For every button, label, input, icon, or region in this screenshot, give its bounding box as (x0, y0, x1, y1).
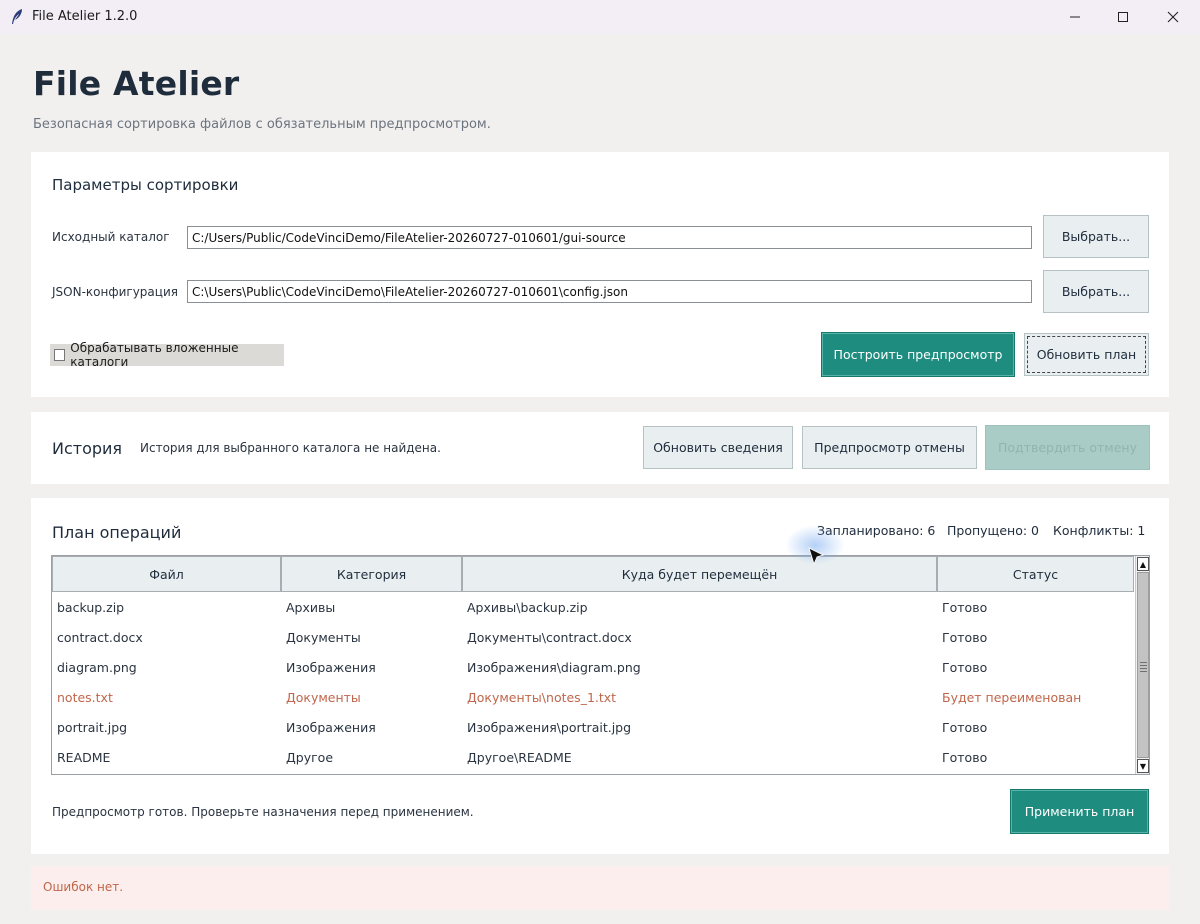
cell-category: Архивы (286, 599, 336, 615)
checkbox-box[interactable] (54, 349, 66, 361)
cell-file: diagram.png (57, 659, 137, 675)
vertical-scrollbar[interactable]: ▲ ▼ (1135, 556, 1149, 774)
cell-status: Готово (942, 599, 988, 615)
table-row[interactable]: contract.docx Документы Документы\contract… (52, 622, 1134, 652)
title-bar: File Atelier 1.2.0 (0, 0, 1200, 34)
app-subtitle: Безопасная сортировка файлов с обязатель… (33, 117, 491, 132)
browse-source-button[interactable]: Выбрать... (1043, 215, 1149, 258)
cell-destination: Документы\contract.docx (467, 629, 632, 645)
config-input[interactable] (187, 280, 1032, 303)
cell-status: Готово (942, 659, 988, 675)
cell-category: Другое (286, 749, 334, 765)
column-header-file[interactable]: Файл (52, 556, 281, 592)
sort-params-title: Параметры сортировки (52, 176, 239, 194)
refresh-plan-button[interactable]: Обновить план (1024, 333, 1149, 376)
cell-destination: Другое\README (467, 749, 572, 765)
table-row[interactable]: portrait.jpg Изображения Изображения\portr… (52, 712, 1134, 742)
source-dir-label: Исходный каталог (52, 230, 170, 244)
scroll-up-arrow-icon[interactable]: ▲ (1137, 557, 1149, 571)
cell-category: Документы (286, 629, 361, 645)
cell-status: Готово (942, 629, 988, 645)
confirm-undo-button[interactable]: Подтвердить отмену (985, 425, 1150, 470)
cell-status: Готово (942, 719, 988, 735)
cell-category: Изображения (286, 659, 376, 675)
cell-destination: Изображения\portrait.jpg (467, 719, 632, 735)
cell-destination: Документы\notes_1.txt (467, 689, 617, 705)
column-header-category[interactable]: Категория (281, 556, 462, 592)
table-row[interactable]: diagram.png Изображения Изображения\diagra… (52, 652, 1134, 682)
plan-title: План операций (52, 523, 182, 542)
scroll-down-arrow-icon[interactable]: ▼ (1137, 759, 1149, 773)
feather-icon (12, 9, 22, 24)
conflicts-count: Конфликты: 1 (1053, 523, 1146, 538)
cell-file: contract.docx (57, 629, 143, 645)
minimize-icon (1070, 16, 1080, 18)
history-title: История (52, 439, 123, 458)
minimize-button[interactable] (1052, 0, 1098, 34)
cell-file: README (57, 749, 111, 765)
close-icon (1167, 11, 1179, 23)
skipped-count: Пропущено: 0 (947, 523, 1039, 538)
app-heading: File Atelier (33, 64, 240, 103)
cell-file: portrait.jpg (57, 719, 128, 735)
refresh-info-button[interactable]: Обновить сведения (643, 426, 793, 469)
cell-status: Будет переименован (942, 689, 1082, 705)
table-header: Файл Категория Куда будет перемещён Стат… (52, 556, 1134, 592)
cell-category: Документы (286, 689, 361, 705)
plan-table[interactable]: Файл Категория Куда будет перемещён Стат… (51, 555, 1150, 775)
browse-config-button[interactable]: Выбрать... (1043, 270, 1149, 313)
mouse-cursor-icon (808, 547, 825, 566)
column-header-destination[interactable]: Куда будет перемещён (462, 556, 937, 592)
apply-plan-button[interactable]: Применить план (1010, 789, 1149, 834)
scroll-thumb[interactable] (1137, 572, 1149, 758)
table-row[interactable]: backup.zip Архивы Архивы\backup.zip Готово (52, 592, 1134, 622)
undo-preview-button[interactable]: Предпросмотр отмены (802, 426, 977, 469)
error-message: Ошибок нет. (43, 880, 124, 894)
recursive-checkbox-label: Обрабатывать вложенные каталоги (70, 341, 239, 369)
history-message: История для выбранного каталога не найде… (140, 441, 441, 455)
cell-destination: Изображения\diagram.png (467, 659, 641, 675)
error-panel: Ошибок нет. (31, 866, 1169, 910)
maximize-button[interactable] (1100, 0, 1146, 34)
build-preview-button[interactable]: Построить предпросмотр (821, 332, 1015, 377)
table-row[interactable]: README Другое Другое\README Готово (52, 742, 1134, 772)
cell-file: notes.txt (57, 689, 113, 705)
history-card: История История для выбранного каталога … (31, 412, 1169, 484)
config-label: JSON-конфигурация (52, 285, 178, 299)
source-dir-input[interactable] (187, 226, 1032, 249)
cell-category: Изображения (286, 719, 376, 735)
table-body: backup.zip Архивы Архивы\backup.zip Готово c… (52, 592, 1134, 772)
table-row[interactable]: notes.txt Документы Документы\notes_1.txt Б… (52, 682, 1134, 712)
cell-status: Готово (942, 749, 988, 765)
preview-status-text: Предпросмотр готов. Проверьте назначения… (52, 805, 474, 819)
column-header-status[interactable]: Статус (937, 556, 1134, 592)
close-button[interactable] (1150, 0, 1196, 34)
recursive-checkbox[interactable]: Обрабатывать вложенные каталоги (50, 341, 284, 369)
cell-destination: Архивы\backup.zip (467, 599, 588, 615)
cell-file: backup.zip (57, 599, 125, 615)
window-title: File Atelier 1.2.0 (32, 9, 138, 24)
maximize-icon (1118, 12, 1128, 22)
